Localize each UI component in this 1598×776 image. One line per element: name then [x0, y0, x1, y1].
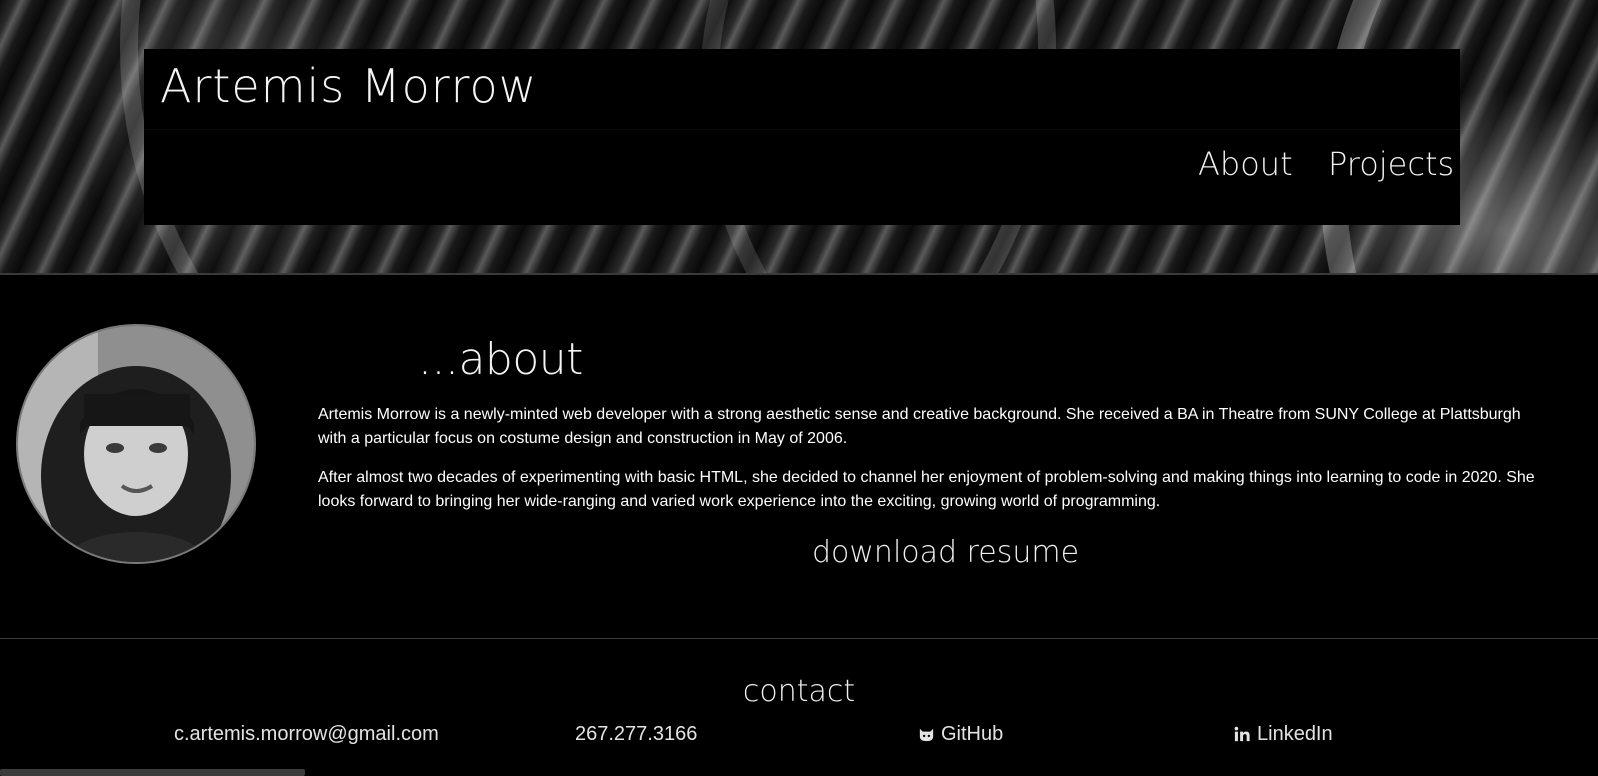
about-heading: ...about: [418, 334, 583, 385]
phone-number: 267.277.3166: [575, 723, 697, 746]
portrait-illustration: [18, 326, 254, 562]
email-text: c.artemis.morrow@gmail.com: [174, 723, 439, 745]
linkedin-label: LinkedIn: [1257, 723, 1333, 745]
profile-photo: [16, 324, 256, 564]
linkedin-icon: [1234, 726, 1250, 742]
github-label: GitHub: [941, 723, 1004, 745]
download-resume-link[interactable]: download resume: [812, 535, 1079, 570]
section-divider: [0, 638, 1598, 639]
github-link[interactable]: GitHub: [917, 723, 1003, 746]
contact-heading: contact: [742, 674, 856, 709]
about-paragraph-2: After almost two decades of experimentin…: [318, 469, 1535, 510]
github-icon: [919, 728, 934, 742]
nav-about-link[interactable]: About: [1198, 145, 1293, 183]
linkedin-link[interactable]: LinkedIn: [1233, 723, 1333, 746]
email-link[interactable]: c.artemis.morrow@gmail.com: [174, 723, 439, 746]
nav-projects-link[interactable]: Projects: [1328, 145, 1454, 183]
header-divider: [144, 129, 1460, 130]
header-panel: Artemis Morrow About Projects: [144, 49, 1460, 225]
phone-text: 267.277.3166: [575, 723, 698, 745]
about-paragraph-1: Artemis Morrow is a newly-minted web dev…: [318, 406, 1521, 447]
hero-banner: Artemis Morrow About Projects: [0, 0, 1598, 275]
horizontal-scrollbar[interactable]: [0, 769, 305, 776]
site-title: Artemis Morrow: [160, 59, 538, 113]
